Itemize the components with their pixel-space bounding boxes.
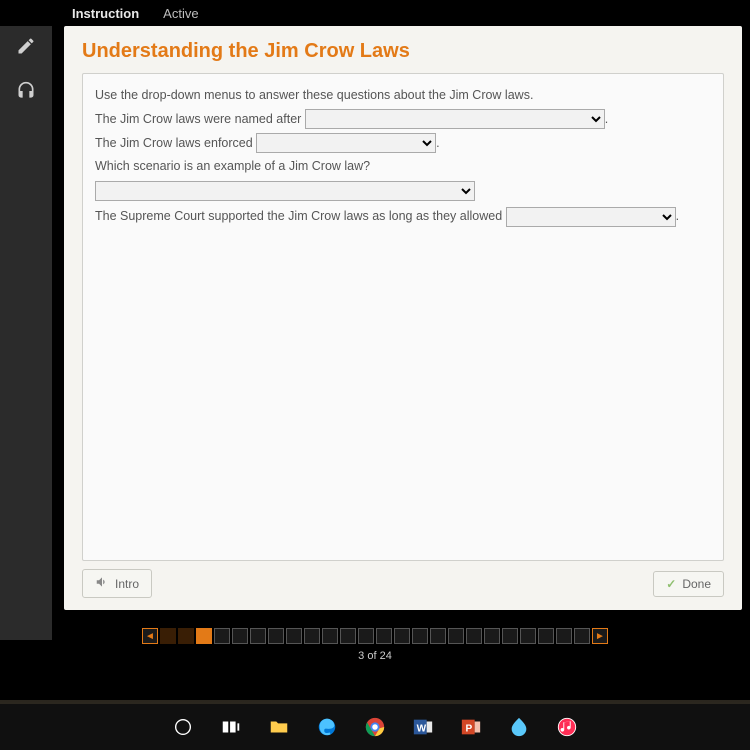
taskbar: W P bbox=[0, 704, 750, 750]
nav-cell-23[interactable] bbox=[556, 628, 572, 644]
q4-text: The Supreme Court supported the Jim Crow… bbox=[95, 209, 506, 223]
q3-text: Which scenario is an example of a Jim Cr… bbox=[95, 155, 711, 179]
nav-cell-8[interactable] bbox=[286, 628, 302, 644]
nav-next[interactable]: ► bbox=[592, 628, 608, 644]
sidebar bbox=[0, 26, 52, 640]
chrome-icon[interactable] bbox=[360, 712, 390, 742]
nav-cell-10[interactable] bbox=[322, 628, 338, 644]
q1-text: The Jim Crow laws were named after bbox=[95, 112, 305, 126]
pencil-icon[interactable] bbox=[16, 36, 36, 61]
desk-edge: W P bbox=[0, 700, 750, 750]
nav-cell-13[interactable] bbox=[376, 628, 392, 644]
file-explorer-icon[interactable] bbox=[264, 712, 294, 742]
nav-cell-17[interactable] bbox=[448, 628, 464, 644]
nav-counter: 3 of 24 bbox=[358, 650, 392, 662]
nav-cell-5[interactable] bbox=[232, 628, 248, 644]
done-label: Done bbox=[682, 577, 711, 591]
intro-label: Intro bbox=[115, 577, 139, 591]
nav-cell-16[interactable] bbox=[430, 628, 446, 644]
headphones-icon[interactable] bbox=[16, 81, 36, 106]
q3-dropdown[interactable] bbox=[95, 181, 475, 201]
q2-text: The Jim Crow laws enforced bbox=[95, 136, 256, 150]
nav-cell-22[interactable] bbox=[538, 628, 554, 644]
question-intro: Use the drop-down menus to answer these … bbox=[95, 84, 711, 108]
nav-cell-6[interactable] bbox=[250, 628, 266, 644]
content-panel: Understanding the Jim Crow Laws Use the … bbox=[64, 26, 742, 610]
nav-cell-24[interactable] bbox=[574, 628, 590, 644]
nav-cell-3[interactable] bbox=[196, 628, 212, 644]
speaker-icon bbox=[95, 575, 109, 592]
word-icon[interactable]: W bbox=[408, 712, 438, 742]
q4-dropdown[interactable] bbox=[506, 207, 676, 227]
cortana-icon[interactable] bbox=[168, 712, 198, 742]
q1-dropdown[interactable] bbox=[305, 109, 605, 129]
tab-active[interactable]: Active bbox=[163, 6, 198, 21]
done-button[interactable]: ✓ Done bbox=[653, 571, 724, 597]
nav-cell-1[interactable] bbox=[160, 628, 176, 644]
nav-strip: ◄ ► 3 of 24 bbox=[0, 628, 750, 662]
itunes-icon[interactable] bbox=[552, 712, 582, 742]
svg-text:W: W bbox=[417, 724, 427, 735]
nav-prev[interactable]: ◄ bbox=[142, 628, 158, 644]
nav-cell-15[interactable] bbox=[412, 628, 428, 644]
nav-cell-21[interactable] bbox=[520, 628, 536, 644]
page-title: Understanding the Jim Crow Laws bbox=[82, 40, 724, 63]
nav-row: ◄ ► bbox=[142, 628, 608, 644]
nav-cell-14[interactable] bbox=[394, 628, 410, 644]
panel-footer: Intro ✓ Done bbox=[82, 569, 724, 598]
question-box: Use the drop-down menus to answer these … bbox=[82, 73, 724, 561]
header-tabs: Instruction Active bbox=[0, 0, 750, 25]
svg-text:P: P bbox=[466, 724, 473, 735]
check-icon: ✓ bbox=[666, 577, 676, 591]
nav-cell-7[interactable] bbox=[268, 628, 284, 644]
edge-icon[interactable] bbox=[312, 712, 342, 742]
task-view-icon[interactable] bbox=[216, 712, 246, 742]
nav-cell-2[interactable] bbox=[178, 628, 194, 644]
nav-cell-19[interactable] bbox=[484, 628, 500, 644]
intro-button[interactable]: Intro bbox=[82, 569, 152, 598]
q2-dropdown[interactable] bbox=[256, 133, 436, 153]
tab-instruction[interactable]: Instruction bbox=[72, 6, 139, 21]
nav-cell-11[interactable] bbox=[340, 628, 356, 644]
nav-cell-12[interactable] bbox=[358, 628, 374, 644]
powerpoint-icon[interactable]: P bbox=[456, 712, 486, 742]
paint-icon[interactable] bbox=[504, 712, 534, 742]
nav-cell-9[interactable] bbox=[304, 628, 320, 644]
nav-cell-18[interactable] bbox=[466, 628, 482, 644]
nav-cell-4[interactable] bbox=[214, 628, 230, 644]
nav-cell-20[interactable] bbox=[502, 628, 518, 644]
